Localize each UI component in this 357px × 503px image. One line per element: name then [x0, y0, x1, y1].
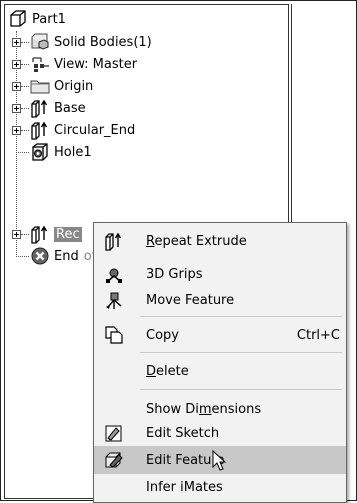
tree-item-label: Hole1 [54, 144, 92, 160]
menu-item-3d-grips[interactable]: 3D Grips [94, 260, 346, 288]
grips-icon [106, 268, 122, 283]
menu-item-label: Move Feature [146, 292, 235, 308]
extrude-icon [31, 225, 48, 244]
tree-branch [21, 64, 29, 65]
menu-item-label: Edit Sketch [146, 425, 220, 441]
tree-item-label: Solid Bodies(1) [54, 34, 152, 50]
menu-item-edit-feature[interactable]: Edit Feature [94, 446, 346, 474]
menu-item-shortcut: Ctrl+C [296, 327, 340, 343]
menu-item-infer-imates[interactable]: Infer iMates [94, 473, 346, 501]
tree-root-part1[interactable]: Part1 [8, 8, 66, 30]
folder-icon [30, 80, 50, 94]
end-of-part-icon [31, 247, 49, 265]
extrude-icon [31, 121, 48, 140]
expand-toggle[interactable] [12, 230, 21, 239]
tree-item-label: Rec [54, 226, 82, 242]
tree-branch [16, 152, 29, 153]
tree-branch [21, 108, 29, 109]
menu-separator [140, 389, 342, 390]
menu-separator [140, 316, 342, 317]
part-icon [10, 10, 26, 27]
move-feature-icon [106, 292, 122, 309]
tree-item-rec-selected[interactable]: Rec [30, 223, 82, 245]
menu-item-label: Repeat Extrude [146, 233, 247, 249]
menu-item-delete[interactable]: Delete [94, 357, 346, 385]
tree-branch [16, 256, 29, 257]
menu-item-label: Delete [146, 363, 189, 379]
extrude-icon [105, 232, 122, 251]
copy-icon [105, 326, 123, 344]
tree-item-label: Origin [54, 78, 94, 94]
mouse-cursor-icon [212, 450, 227, 471]
tree-item-circular-end[interactable]: Circular_End [30, 119, 135, 141]
menu-item-edit-sketch[interactable]: Edit Sketch [94, 419, 346, 447]
menu-item-repeat-extrude[interactable]: Repeat Extrude [94, 227, 346, 255]
menu-item-copy[interactable]: Copy Ctrl+C [94, 321, 346, 349]
menu-item-label: Copy [146, 327, 179, 343]
tree-branch [21, 42, 29, 43]
tree-root-label: Part1 [32, 11, 66, 27]
hole-icon [32, 143, 48, 161]
context-menu: Repeat Extrude 3D Grips Move Feature Cop… [93, 222, 347, 503]
tree-item-solid-bodies[interactable]: Solid Bodies(1) [30, 31, 152, 53]
tree-branch [21, 130, 29, 131]
extrude-icon [31, 99, 48, 118]
tree-item-label: Circular_End [54, 122, 136, 138]
edit-sketch-icon [105, 425, 122, 442]
menu-separator [140, 352, 342, 353]
menu-item-label: Infer iMates [146, 479, 223, 495]
expand-toggle[interactable] [12, 82, 21, 91]
tree-item-label: Base [54, 100, 86, 116]
expand-toggle[interactable] [12, 38, 21, 47]
tree-item-origin[interactable]: Origin [30, 75, 93, 97]
menu-item-label: 3D Grips [146, 266, 203, 282]
tree-item-label: End [54, 248, 79, 264]
view-rep-icon [32, 57, 49, 72]
menu-item-label: Show Dimensions [146, 401, 262, 417]
expand-toggle[interactable] [12, 126, 21, 135]
tree-item-view-master[interactable]: View: Master [30, 53, 137, 75]
edit-feature-icon [105, 452, 123, 468]
expand-toggle[interactable] [12, 104, 21, 113]
tree-branch [21, 86, 29, 87]
menu-item-move-feature[interactable]: Move Feature [94, 286, 346, 314]
tree-branch [21, 234, 29, 235]
tree-item-base[interactable]: Base [30, 97, 86, 119]
tree-item-label: View: Master [54, 56, 138, 72]
expand-toggle[interactable] [12, 60, 21, 69]
tree-item-hole1[interactable]: Hole1 [30, 141, 92, 163]
solid-bodies-icon [31, 33, 49, 50]
